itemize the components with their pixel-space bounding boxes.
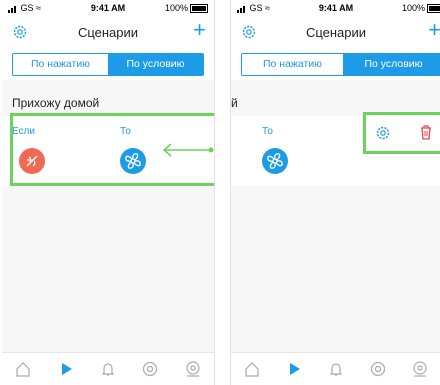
home-icon[interactable] bbox=[13, 359, 33, 379]
scenario-type-segmented-control: По нажатию По условию bbox=[241, 53, 440, 76]
page-title: Сценарии bbox=[77, 25, 139, 40]
profile-icon[interactable] bbox=[183, 359, 203, 379]
phone-screen-left: GS ≈ 9:41 AM 100% Сценарии + По нажатию … bbox=[2, 0, 215, 385]
bell-icon[interactable] bbox=[98, 359, 118, 379]
nav-header: Сценарии + bbox=[2, 19, 214, 44]
scenario-name: Прихожу домой bbox=[12, 96, 100, 110]
tab-bar bbox=[2, 352, 214, 385]
home-icon[interactable] bbox=[242, 359, 262, 379]
play-icon[interactable] bbox=[56, 359, 76, 379]
edit-gear-icon[interactable] bbox=[375, 125, 391, 146]
add-scenario-button[interactable]: + bbox=[193, 19, 206, 41]
scenario-name-clipped: й bbox=[231, 96, 238, 110]
tab-by-tap[interactable]: По нажатию bbox=[242, 54, 343, 75]
add-scenario-button[interactable]: + bbox=[428, 19, 440, 41]
trash-icon[interactable] bbox=[419, 124, 433, 145]
then-label: То bbox=[262, 126, 273, 137]
play-icon[interactable] bbox=[284, 359, 304, 379]
battery-indicator: 100% bbox=[165, 3, 208, 14]
profile-icon[interactable] bbox=[410, 359, 430, 379]
scenario-type-segmented-control: По нажатию По условию bbox=[12, 53, 204, 76]
tab-by-condition[interactable]: По условию bbox=[108, 54, 203, 75]
camera-icon[interactable] bbox=[140, 359, 160, 379]
status-bar: GS ≈ 9:41 AM 100% bbox=[231, 3, 440, 17]
nav-header: Сценарии + bbox=[231, 19, 440, 44]
page-title: Сценарии bbox=[305, 25, 367, 40]
battery-indicator: 100% bbox=[402, 3, 440, 14]
swipe-arrow-icon bbox=[162, 143, 214, 157]
tab-by-condition[interactable]: По условию bbox=[343, 54, 440, 75]
status-bar: GS ≈ 9:41 AM 100% bbox=[2, 3, 214, 17]
tab-by-tap[interactable]: По нажатию bbox=[13, 54, 108, 75]
tab-bar bbox=[231, 352, 440, 385]
camera-icon[interactable] bbox=[368, 359, 388, 379]
battery-icon bbox=[427, 4, 440, 14]
phone-screen-right: GS ≈ 9:41 AM 100% Сценарии + По нажатию … bbox=[230, 0, 440, 385]
bell-icon[interactable] bbox=[326, 359, 346, 379]
fan-action-icon[interactable] bbox=[262, 148, 288, 174]
battery-icon bbox=[190, 4, 208, 14]
